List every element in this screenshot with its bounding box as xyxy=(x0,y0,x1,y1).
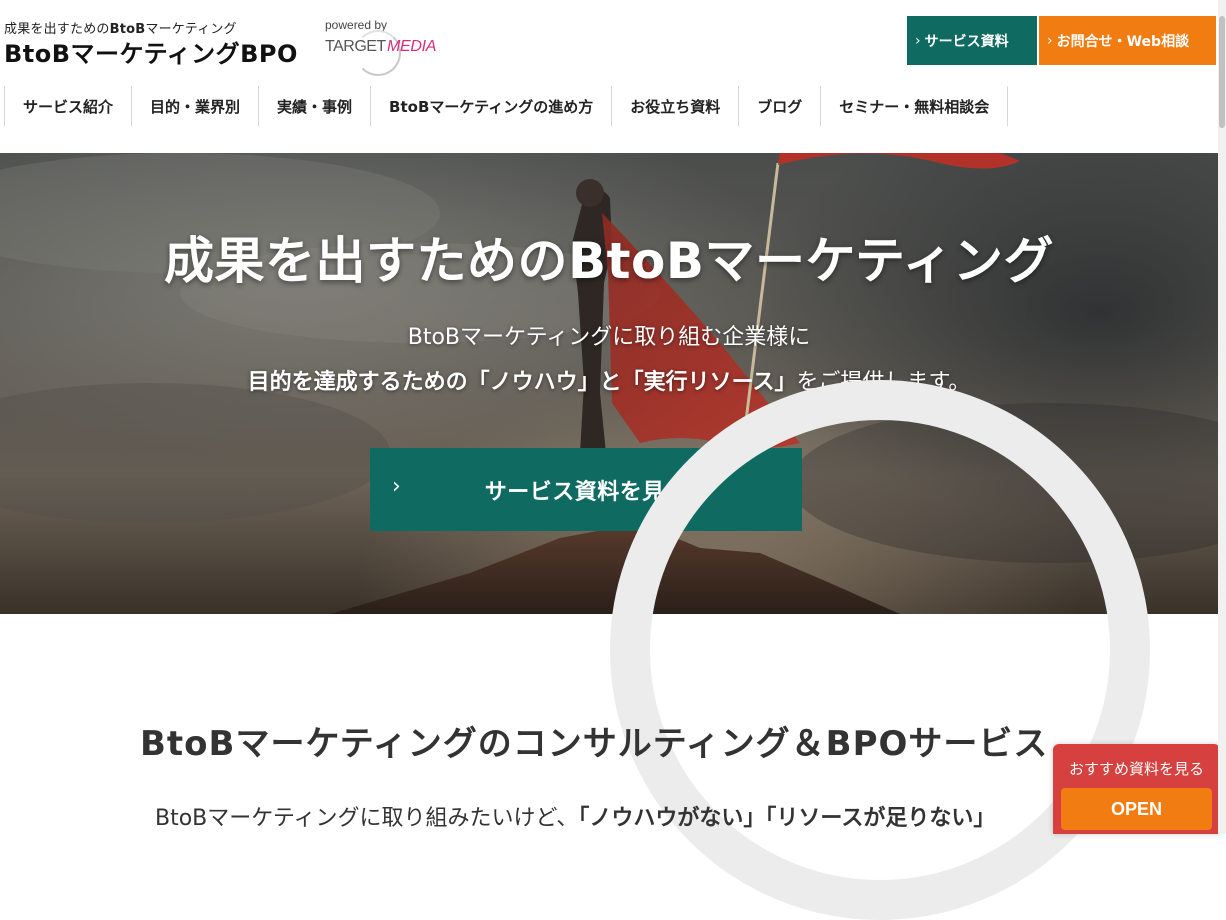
contact-button[interactable]: › お問合せ・Web相談 xyxy=(1039,16,1216,65)
page-scrollbar[interactable] xyxy=(1218,0,1226,834)
service-docs-label: サービス資料 xyxy=(924,33,1009,50)
section-intro-text: BtoBマーケティングに取り組みたいけど、「ノウハウがない」「リソースが足りない… xyxy=(155,806,996,831)
hero-subtitle-line1: BtoBマーケティングに取り組む企業様に xyxy=(407,325,811,350)
open-button[interactable]: OPEN xyxy=(1061,788,1212,830)
nav-item-purpose-industry[interactable]: 目的・業界別 xyxy=(131,86,258,126)
nav-item-how-to[interactable]: BtoBマーケティングの進め方 xyxy=(370,86,611,126)
chevron-right-icon: › xyxy=(392,474,401,499)
nav-item-services[interactable]: サービス紹介 xyxy=(4,86,131,126)
main-nav: サービス紹介 目的・業界別 実績・事例 BtoBマーケティングの進め方 お役立ち… xyxy=(4,86,1009,126)
target-media-logo: TARGET MEDIA xyxy=(325,30,455,76)
chevron-right-icon: › xyxy=(915,32,921,49)
section-title: BtoBマーケティングのコンサルティング＆BPOサービス xyxy=(140,724,1049,764)
nav-item-blog[interactable]: ブログ xyxy=(738,86,820,126)
recommended-docs-panel: おすすめ資料を見る OPEN xyxy=(1053,744,1220,834)
hero-title: 成果を出すためのBtoBマーケティング xyxy=(164,232,1054,290)
service-docs-button[interactable]: › サービス資料 xyxy=(907,16,1037,65)
site-logo-title[interactable]: BtoBマーケティングBPO xyxy=(4,34,298,69)
nav-item-seminars[interactable]: セミナー・無料相談会 xyxy=(820,86,1009,126)
nav-item-resources[interactable]: お役立ち資料 xyxy=(611,86,738,126)
chevron-right-icon: › xyxy=(1047,32,1053,49)
contact-label: お問合せ・Web相談 xyxy=(1056,33,1190,50)
site-header: 成果を出すためのBtoBマーケティング BtoBマーケティングBPO power… xyxy=(0,0,1218,152)
powered-by-logo[interactable]: powered by TARGET MEDIA xyxy=(325,18,455,76)
decorative-ring xyxy=(610,380,1150,920)
recommended-docs-label: おすすめ資料を見る xyxy=(1068,760,1204,778)
nav-item-case-studies[interactable]: 実績・事例 xyxy=(258,86,370,126)
hero-subtitle-line2: 目的を達成するための「ノウハウ」と「実行リソース」をご提供します。 xyxy=(247,370,971,395)
logo-media-text: MEDIA xyxy=(387,38,437,55)
logo-target-text: TARGET xyxy=(325,38,386,55)
scrollbar-thumb[interactable] xyxy=(1219,16,1225,128)
